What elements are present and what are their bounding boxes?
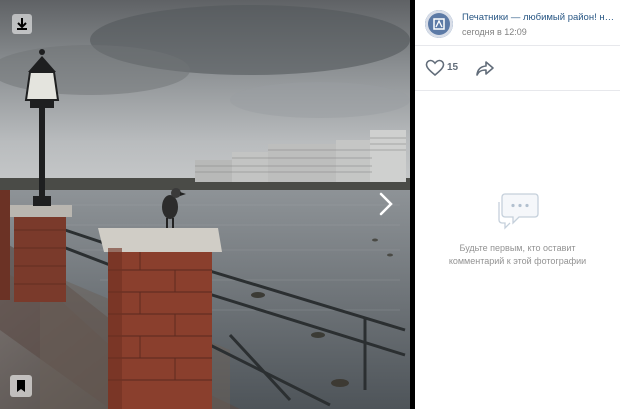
post-actions: 15: [415, 47, 620, 91]
download-button[interactable]: [12, 14, 32, 34]
group-name-link[interactable]: Печатники — любимый район! над...: [462, 12, 618, 23]
bookmark-button[interactable]: [10, 375, 32, 397]
comments-empty-text: Будьте первым, кто оставит комментарий к…: [448, 243, 587, 266]
post-header: Печатники — любимый район! над... сегодн…: [415, 0, 620, 46]
comment-bubble-icon: [495, 190, 541, 230]
chevron-right-icon: [379, 192, 393, 216]
comments-empty-state: Будьте первым, кто оставит комментарий к…: [415, 190, 620, 268]
heart-icon: [425, 59, 445, 77]
photo-sidebar: Печатники — любимый район! над... сегодн…: [415, 0, 620, 409]
bookmark-icon: [17, 380, 25, 392]
photo-image: [0, 0, 410, 409]
photo-viewer: Печатники — любимый район! над... сегодн…: [0, 0, 620, 409]
share-arrow-icon: [476, 61, 494, 76]
like-count: 15: [447, 62, 459, 73]
post-timestamp[interactable]: сегодня в 12:09: [462, 27, 527, 37]
group-logo-icon: [425, 10, 453, 38]
group-avatar[interactable]: [425, 10, 453, 38]
like-button[interactable]: [425, 59, 445, 77]
share-button[interactable]: [475, 59, 495, 77]
download-icon: [17, 18, 27, 30]
next-photo-button[interactable]: [375, 188, 397, 220]
photo[interactable]: [0, 0, 410, 409]
